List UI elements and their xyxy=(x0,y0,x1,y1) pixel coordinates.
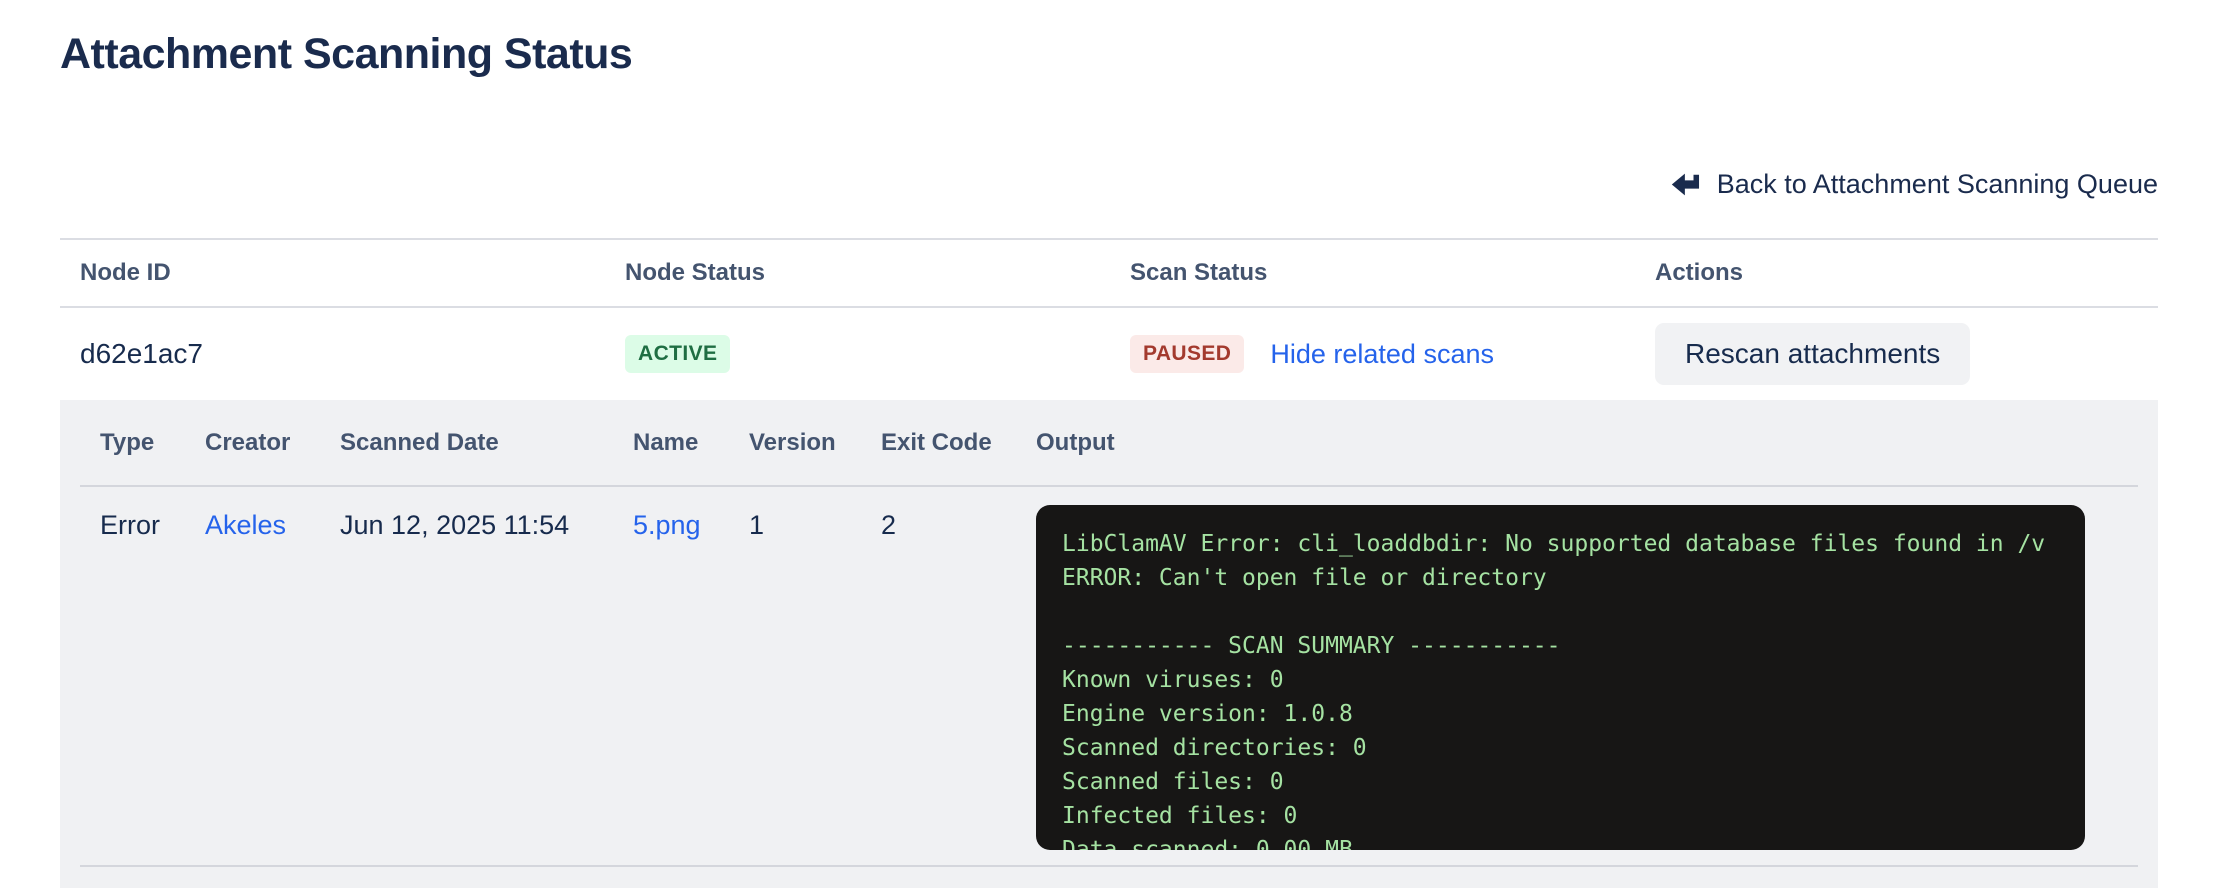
col-exit-code: Exit Code xyxy=(881,429,1036,457)
scan-creator-link-cell: Akeles xyxy=(205,505,340,545)
col-scanned-date: Scanned Date xyxy=(340,429,633,457)
page-title: Attachment Scanning Status xyxy=(60,30,2158,79)
col-type: Type xyxy=(100,429,205,457)
hide-related-scans-link[interactable]: Hide related scans xyxy=(1270,339,1494,370)
node-id-value: d62e1ac7 xyxy=(80,338,625,370)
col-actions: Actions xyxy=(1655,259,2138,287)
file-name-link[interactable]: 5.png xyxy=(633,510,701,540)
scan-version-value: 1 xyxy=(749,505,881,545)
scan-status-badge: PAUSED xyxy=(1130,335,1244,372)
scan-output-terminal[interactable]: LibClamAV Error: cli_loaddbdir: No suppo… xyxy=(1036,505,2085,850)
scan-table-bottom-divider xyxy=(80,865,2138,867)
rescan-attachments-button[interactable]: Rescan attachments xyxy=(1655,323,1970,385)
scan-file-link-cell: 5.png xyxy=(633,505,749,545)
back-to-queue-link[interactable]: Back to Attachment Scanning Queue xyxy=(1669,169,2158,200)
scan-table-row: Error Akeles Jun 12, 2025 11:54 5.png 1 … xyxy=(60,487,2158,850)
col-scan-status: Scan Status xyxy=(1130,259,1655,287)
back-link-label: Back to Attachment Scanning Queue xyxy=(1717,169,2158,200)
col-node-id: Node ID xyxy=(80,259,625,287)
node-table-header: Node ID Node Status Scan Status Actions xyxy=(60,238,2158,308)
actions-cell: Rescan attachments xyxy=(1655,323,2138,385)
col-output: Output xyxy=(1036,429,2138,457)
scan-type-value: Error xyxy=(100,505,205,545)
col-version: Version xyxy=(749,429,881,457)
node-table-row: d62e1ac7 ACTIVE PAUSED Hide related scan… xyxy=(60,308,2158,400)
col-node-status: Node Status xyxy=(625,259,1130,287)
scan-exit-code-value: 2 xyxy=(881,505,1036,545)
col-creator: Creator xyxy=(205,429,340,457)
creator-link[interactable]: Akeles xyxy=(205,510,286,540)
col-name: Name xyxy=(633,429,749,457)
scan-table-header: Type Creator Scanned Date Name Version E… xyxy=(60,400,2158,485)
related-scans-panel: Type Creator Scanned Date Name Version E… xyxy=(60,400,2158,888)
scan-output-cell: LibClamAV Error: cli_loaddbdir: No suppo… xyxy=(1036,505,2138,850)
node-status-badge: ACTIVE xyxy=(625,335,730,372)
node-status-cell: ACTIVE xyxy=(625,335,1130,372)
scan-status-cell: PAUSED Hide related scans xyxy=(1130,335,1655,372)
back-row: Back to Attachment Scanning Queue xyxy=(60,169,2158,200)
scanned-date-value: Jun 12, 2025 11:54 xyxy=(340,505,633,545)
back-arrow-icon xyxy=(1669,171,1703,198)
attachment-scanning-status-page: Attachment Scanning Status Back to Attac… xyxy=(0,0,2218,888)
